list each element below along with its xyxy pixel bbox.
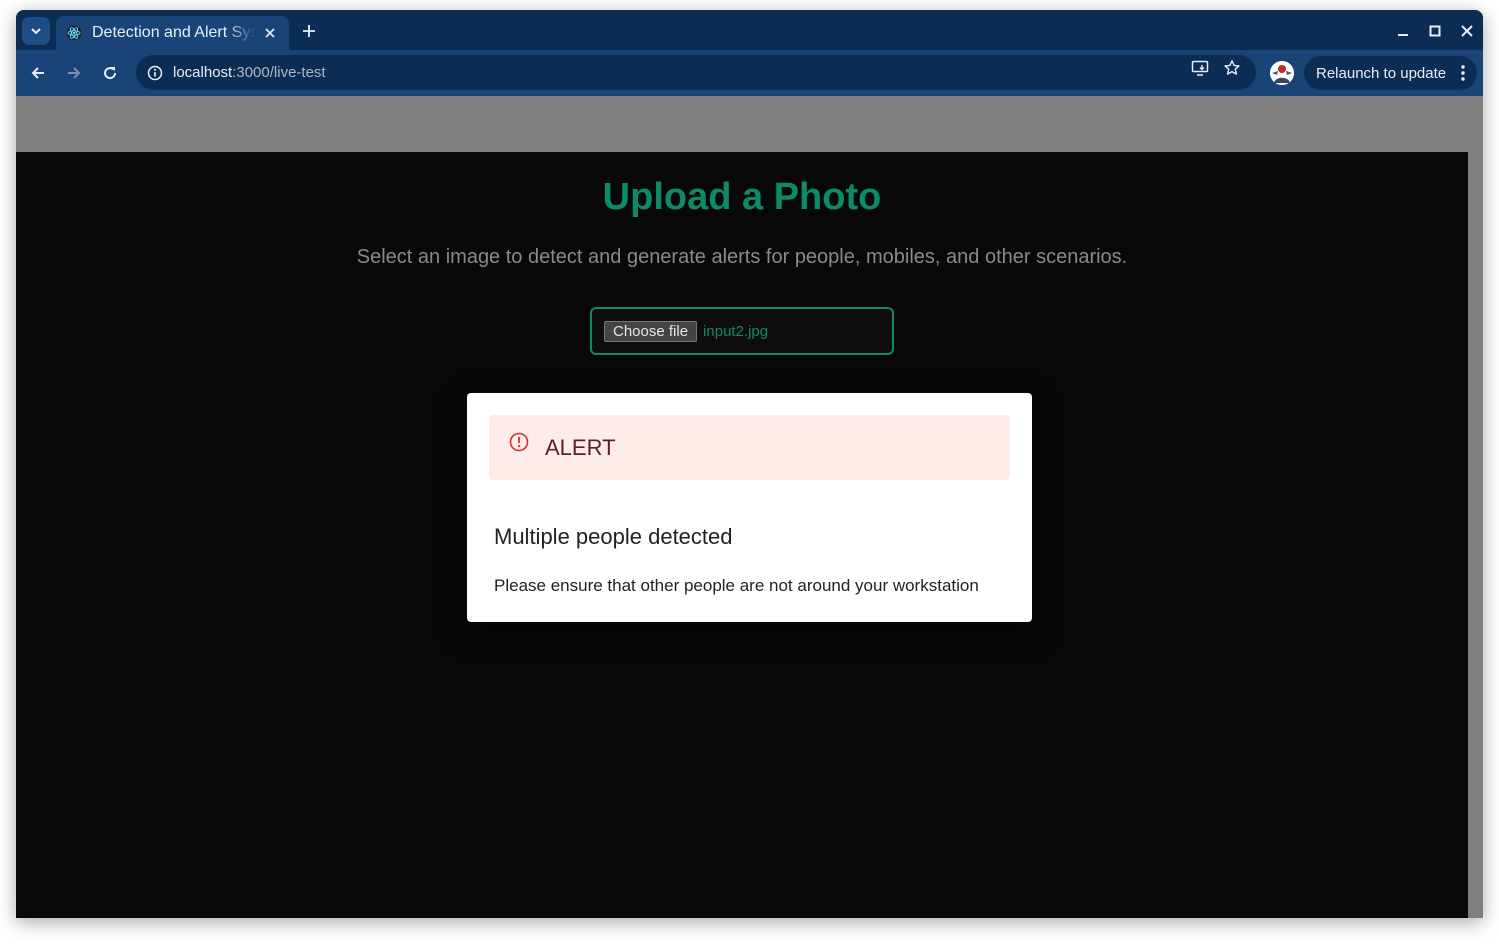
alert-banner: ALERT <box>489 415 1010 480</box>
forward-button[interactable] <box>60 59 88 87</box>
more-menu-icon[interactable] <box>1461 65 1465 85</box>
profile-avatar[interactable] <box>1270 61 1294 85</box>
tab-close-icon[interactable] <box>261 24 279 42</box>
tab-search-button[interactable] <box>22 17 50 45</box>
minimize-button[interactable] <box>1392 20 1414 42</box>
tab-title: Detection and Alert System <box>92 24 255 41</box>
close-window-button[interactable] <box>1456 20 1478 42</box>
reload-icon <box>104 67 117 80</box>
reload-button[interactable] <box>96 59 124 87</box>
tab-active[interactable]: Detection and Alert System <box>56 16 289 50</box>
minimize-icon <box>1398 34 1408 36</box>
maximize-button[interactable] <box>1424 20 1446 42</box>
chevron-down-icon <box>31 28 41 35</box>
page-subtitle: Select an image to detect and generate a… <box>356 246 1128 268</box>
page-viewport: Upload a Photo Select an image to detect… <box>16 96 1483 918</box>
site-info-icon[interactable] <box>146 64 164 82</box>
scrollbar[interactable] <box>1468 152 1483 918</box>
dialog-message: Please ensure that other people are not … <box>494 576 979 595</box>
url-path: :3000/live-test <box>232 64 326 81</box>
alert-dialog: ALERT Multiple people detected Please en… <box>467 393 1032 622</box>
new-tab-button[interactable] <box>298 20 320 42</box>
bookmark-star-icon[interactable] <box>1222 58 1242 78</box>
relaunch-to-update-button[interactable]: Relaunch to update <box>1304 56 1477 90</box>
overlay-top-band <box>16 96 1483 152</box>
selected-file-name: input2.jpg <box>703 322 769 340</box>
file-input[interactable]: Choose file input2.jpg <box>590 307 894 355</box>
arrow-left-icon <box>31 67 44 79</box>
error-outline-icon <box>509 432 529 451</box>
maximize-icon <box>1429 25 1441 37</box>
back-button[interactable] <box>24 59 52 87</box>
choose-file-button[interactable]: Choose file <box>604 320 698 342</box>
address-bar[interactable]: localhost:3000/live-test <box>136 55 1256 90</box>
tab-strip: Detection and Alert System <box>16 10 1483 50</box>
arrow-right-icon <box>68 67 81 79</box>
page-title: Upload a Photo <box>602 176 882 218</box>
dialog-title: Multiple people detected <box>494 524 733 549</box>
relaunch-label: Relaunch to update <box>1316 64 1447 82</box>
close-icon <box>1461 25 1473 37</box>
alert-title: ALERT <box>545 434 616 460</box>
url-host: localhost <box>173 64 233 81</box>
browser-window: Detection and Alert System <box>16 10 1483 918</box>
install-app-icon[interactable] <box>1190 58 1210 78</box>
browser-toolbar: localhost:3000/live-test Relaunch to upd… <box>16 50 1483 96</box>
react-favicon-icon <box>66 25 82 41</box>
plus-icon <box>303 25 315 37</box>
